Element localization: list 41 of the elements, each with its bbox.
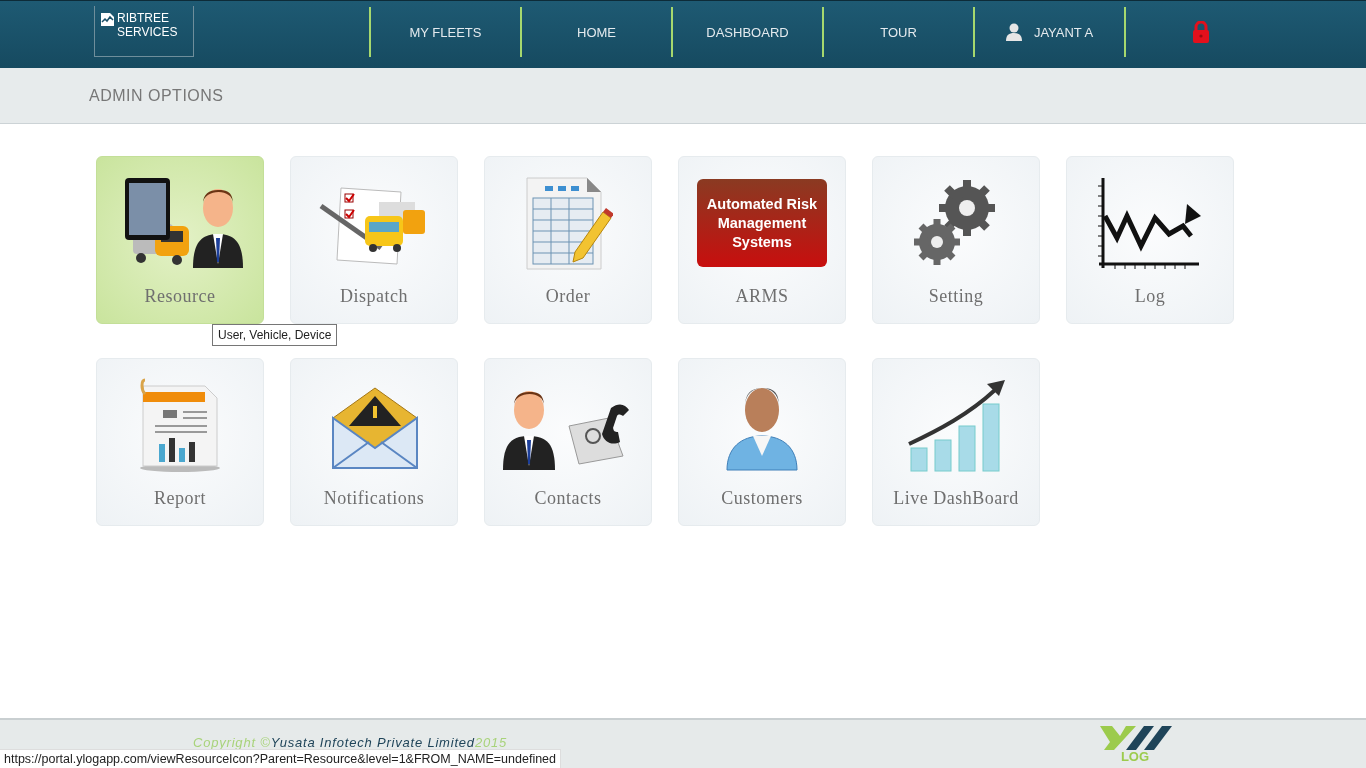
tile-label: Contacts <box>534 488 602 509</box>
user-name: JAYANT A <box>1033 24 1094 40</box>
tile-label: Live DashBoard <box>893 488 1019 509</box>
logo-icon <box>101 13 114 26</box>
logo-box[interactable]: RIBTREE SERVICES <box>94 6 194 57</box>
admin-tile[interactable]: Setting <box>872 156 1040 324</box>
nav-link[interactable]: HOME <box>520 7 671 57</box>
nav-link[interactable]: DASHBOARD <box>671 7 822 57</box>
tile-label: Dispatch <box>340 286 408 307</box>
tooltip: User, Vehicle, Device <box>212 324 338 346</box>
admin-tile[interactable]: Dispatch <box>290 156 458 324</box>
admin-tile[interactable]: Resource <box>96 156 264 324</box>
admin-tile[interactable]: Customers <box>678 358 846 526</box>
copyright-text: Copyright ©Yusata Infotech Private Limited2015 <box>193 735 507 750</box>
section-title: ADMIN OPTIONS <box>89 86 224 105</box>
admin-tile[interactable]: Order <box>484 156 652 324</box>
admin-tile[interactable]: Log <box>1066 156 1234 324</box>
tile-label: Setting <box>928 286 984 307</box>
user-menu[interactable]: JAYANT A <box>973 7 1124 57</box>
admin-tile[interactable]: Live DashBoard <box>872 358 1040 526</box>
tile-label: Customers <box>721 488 803 509</box>
user-icon <box>1005 23 1022 41</box>
tile-label: Notifications <box>323 488 425 509</box>
banner-text: Management <box>717 215 807 231</box>
admin-tile[interactable]: Contacts <box>484 358 652 526</box>
nav-link[interactable]: MY FLEETS <box>369 7 520 57</box>
footer-logo: LOG <box>1096 726 1174 763</box>
nav-link[interactable]: TOUR <box>822 7 973 57</box>
admin-tile[interactable]: Notifications <box>290 358 458 526</box>
logo-text: RIBTREE SERVICES <box>117 11 178 39</box>
lock-icon <box>1191 21 1210 43</box>
banner-text: Systems <box>732 234 792 250</box>
tile-label: Resource <box>144 286 216 307</box>
admin-tile[interactable]: Automated Risk Management Systems ARMS <box>678 156 846 324</box>
admin-tile[interactable]: Report <box>96 358 264 526</box>
banner-text: Automated Risk <box>706 196 818 212</box>
tile-label: Report <box>154 488 206 509</box>
status-bar-url: https://portal.ylogapp.com/viewResourceIcon?Parent=Resource&level=1&FROM_NAME=undefined <box>0 749 562 768</box>
tile-label: Log <box>1134 286 1166 307</box>
tile-label: ARMS <box>735 286 789 307</box>
tile-label: Order <box>545 286 591 307</box>
